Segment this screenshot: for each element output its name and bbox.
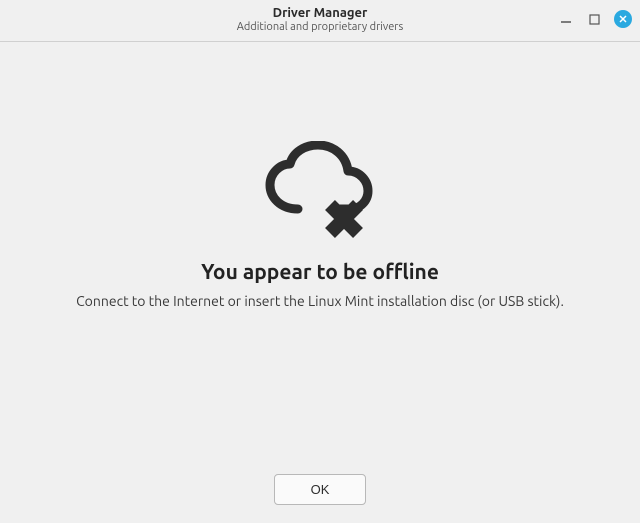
window-controls [558,10,632,28]
offline-headline: You appear to be offline [201,259,439,283]
close-button[interactable] [614,10,632,28]
maximize-button[interactable] [586,11,602,27]
window-title: Driver Manager [273,6,368,21]
titlebar: Driver Manager Additional and proprietar… [0,0,640,42]
window-subtitle: Additional and proprietary drivers [237,21,404,34]
cloud-offline-icon [260,141,380,243]
minimize-button[interactable] [558,11,574,27]
main-content: You appear to be offline Connect to the … [0,42,640,467]
offline-subtext: Connect to the Internet or insert the Li… [76,293,564,309]
ok-button[interactable]: OK [274,474,367,505]
minimize-icon [560,13,572,25]
footer: OK [0,467,640,523]
maximize-icon [589,14,600,25]
titlebar-text: Driver Manager Additional and proprietar… [8,4,632,34]
close-icon [618,14,628,24]
